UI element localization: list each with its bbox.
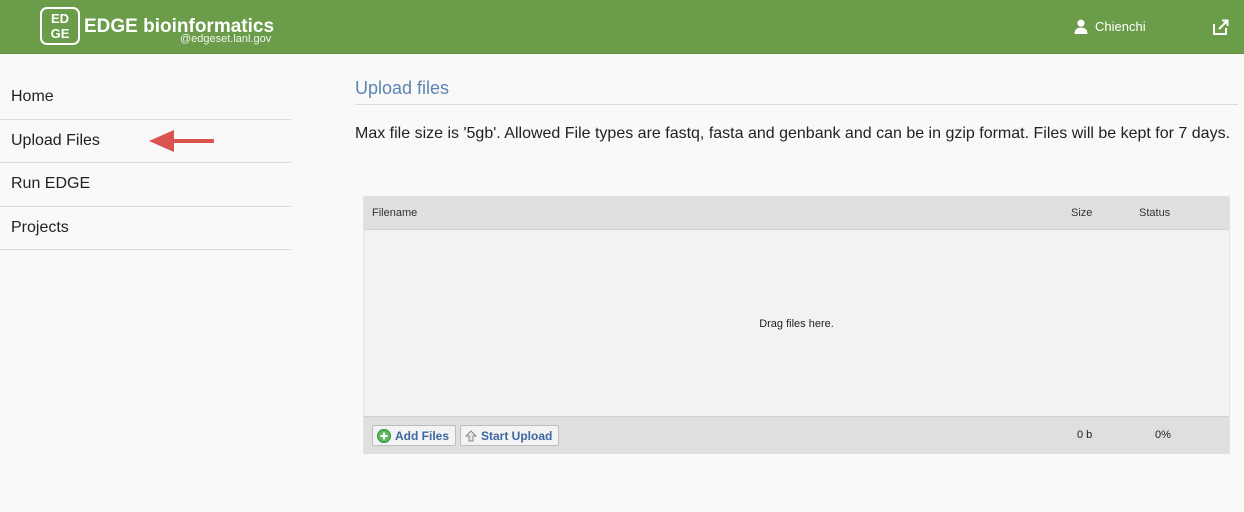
total-size: 0 b: [1077, 429, 1093, 441]
brand-subtitle: @edgeset.lanl.gov: [180, 33, 272, 45]
upload-arrow-icon: [465, 429, 477, 441]
sidebar-item-projects[interactable]: Projects: [0, 207, 291, 250]
start-upload-label: Start Upload: [481, 428, 553, 443]
sidebar-item-home[interactable]: Home: [0, 76, 291, 120]
add-files-button[interactable]: Add Files: [372, 425, 457, 446]
upload-description: Max file size is '5gb'. Allowed File typ…: [355, 125, 1231, 142]
uploader-header: Filename Size Status: [364, 197, 1229, 230]
drop-zone-text[interactable]: Drag files here.: [364, 318, 1229, 330]
logout-icon[interactable]: [1212, 18, 1230, 36]
column-size: Size: [1071, 207, 1093, 219]
user-menu[interactable]: Chienchi: [1074, 19, 1146, 34]
sidebar-item-upload-files[interactable]: Upload Files: [0, 120, 291, 163]
main-content: Upload files Max file size is '5gb'. All…: [355, 78, 1238, 146]
total-percent: 0%: [1155, 429, 1171, 441]
user-icon: [1074, 19, 1088, 34]
svg-text:ED: ED: [51, 11, 69, 26]
user-name: Chienchi: [1095, 19, 1146, 34]
add-files-label: Add Files: [395, 428, 450, 443]
top-navbar: ED GE EDGE bioinformatics @edgeset.lanl.…: [0, 0, 1244, 54]
column-status: Status: [1139, 207, 1171, 219]
uploader-footer: Add Files Start Upload 0 b 0%: [364, 416, 1229, 454]
page-title: Upload files: [355, 78, 1238, 105]
column-filename: Filename: [372, 207, 418, 219]
file-uploader: Filename Size Status Drag files here. Ad…: [363, 196, 1230, 454]
plus-circle-icon: [377, 428, 391, 443]
highlight-arrow-icon: [149, 130, 214, 152]
edge-logo-icon[interactable]: ED GE: [40, 7, 80, 45]
svg-text:GE: GE: [51, 26, 70, 41]
sidebar-item-run-edge[interactable]: Run EDGE: [0, 163, 291, 207]
sidebar-nav: Home Upload Files Run EDGE Projects: [0, 76, 291, 250]
start-upload-button[interactable]: Start Upload: [460, 425, 560, 446]
